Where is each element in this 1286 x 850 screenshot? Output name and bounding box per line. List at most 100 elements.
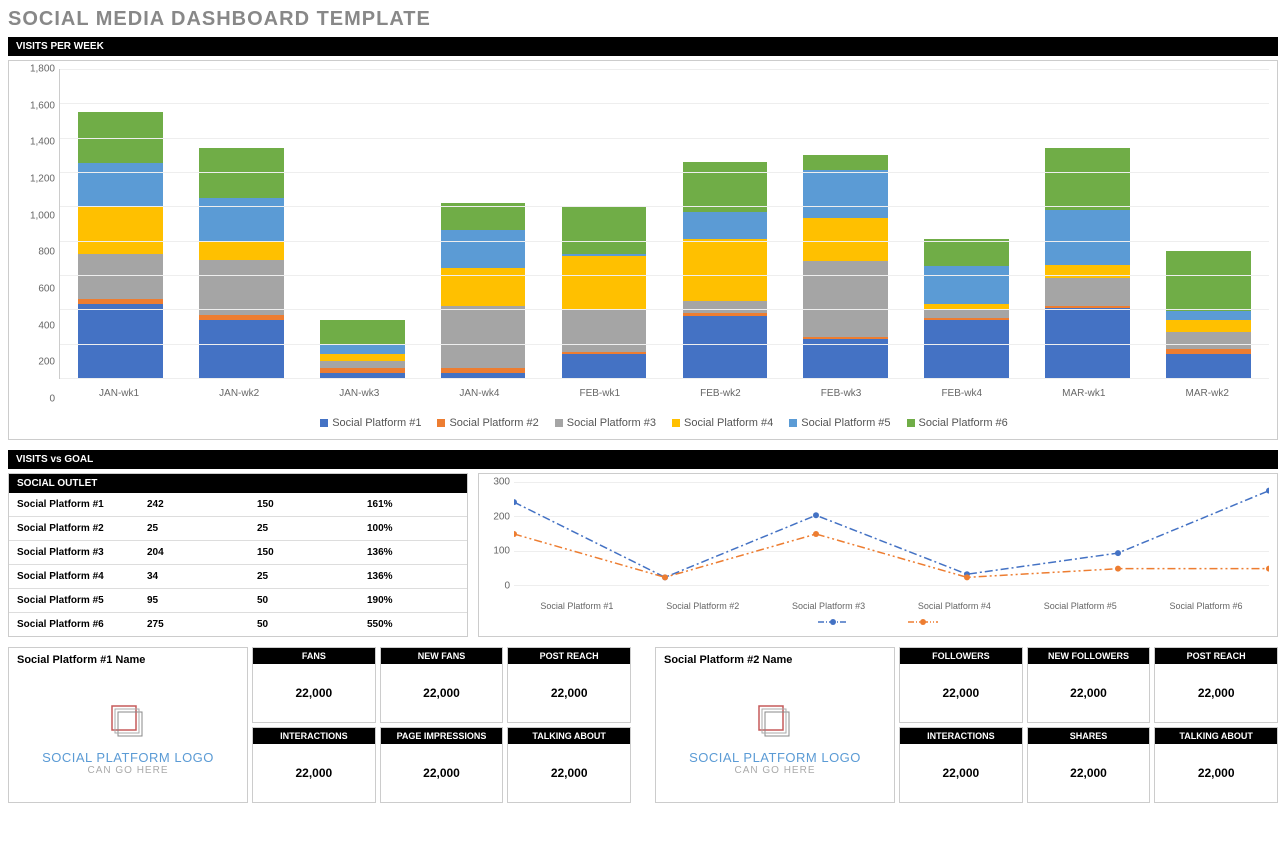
metric-value: 22,000 [381,664,503,722]
metric-value: 22,000 [900,744,1022,802]
metric-label: POST REACH [1155,648,1277,664]
y-tick: 100 [493,546,510,557]
metric-value: 22,000 [381,744,503,802]
metric-value: 22,000 [1155,664,1277,722]
x-label: Social Platform #1 [514,601,640,611]
metric-value: 22,000 [1028,744,1150,802]
metric-value: 22,000 [253,744,375,802]
legend-item: Social Platform #5 [789,417,890,429]
x-label: JAN-wk2 [219,388,259,399]
bar-segment [1166,320,1251,332]
bar-segment [924,266,1009,304]
metric-cell: FANS22,000 [252,647,376,723]
bar-segment [320,344,405,354]
bar-segment [78,163,163,206]
bar-segment [1045,278,1130,305]
table-header-social-outlet: SOCIAL OUTLET [9,474,467,493]
logo-placeholder-subtext: CAN GO HERE [734,765,815,776]
bar-group [683,69,768,378]
table-row: Social Platform #627550550% [9,613,467,636]
table-row: Social Platform #43425136% [9,565,467,589]
metric-cell: SHARES22,000 [1027,727,1151,803]
metric-value: 22,000 [508,744,630,802]
metric-value: 22,000 [508,664,630,722]
x-label: Social Platform #2 [640,601,766,611]
placeholder-logo-icon [104,698,152,746]
metric-cell: TALKING ABOUT22,000 [1154,727,1278,803]
bar-segment [199,260,284,315]
bar-segment [562,206,647,254]
section-visits-vs-goal: VISITS vs GOAL [8,450,1278,469]
bar-segment [441,306,526,368]
bar-group [562,69,647,378]
metric-label: PAGE IMPRESSIONS [381,728,503,744]
x-label: JAN-wk1 [99,388,139,399]
bar-segment [441,230,526,268]
logo-placeholder-subtext: CAN GO HERE [87,765,168,776]
metric-label: FANS [253,648,375,664]
y-tick: 200 [38,357,55,368]
bar-segment [199,242,284,259]
legend-item: Social Platform #4 [672,417,773,429]
bar-segment [803,155,888,170]
legend-item: Social Platform #1 [320,417,421,429]
logo-placeholder-text: SOCIAL PLATFORM LOGO [42,750,214,765]
bar-segment [683,212,768,239]
bar-segment [199,198,284,243]
bar-segment [803,261,888,337]
bar-segment [683,239,768,301]
x-label: JAN-wk3 [339,388,379,399]
placeholder-logo-icon [751,698,799,746]
y-tick: 1,600 [30,100,55,111]
y-tick: 300 [493,477,510,488]
x-label: FEB-wk4 [941,388,982,399]
metric-label: NEW FOLLOWERS [1028,648,1150,664]
metric-cell: NEW FANS22,000 [380,647,504,723]
table-row: Social Platform #22525100% [9,517,467,541]
bar-segment [320,354,405,361]
metric-cell: INTERACTIONS22,000 [899,727,1023,803]
y-tick: 400 [38,320,55,331]
platform-card: Social Platform #1 NameSOCIAL PLATFORM L… [8,647,631,803]
metric-label: SHARES [1028,728,1150,744]
y-tick: 1,400 [30,137,55,148]
bar-segment [1045,210,1130,265]
bar-segment [1045,265,1130,279]
x-label: FEB-wk1 [579,388,620,399]
x-label: MAR-wk2 [1186,388,1229,399]
legend-marker [818,614,848,632]
bar-segment [924,239,1009,266]
bar-segment [1166,332,1251,349]
legend-marker [908,614,938,632]
y-tick: 0 [49,394,55,405]
platform-card: Social Platform #2 NameSOCIAL PLATFORM L… [655,647,1278,803]
bar-segment [320,361,405,368]
legend-item: Social Platform #3 [555,417,656,429]
bar-segment [562,354,647,378]
metric-value: 22,000 [1028,664,1150,722]
metric-cell: POST REACH22,000 [507,647,631,723]
legend-item: Social Platform #6 [907,417,1008,429]
bar-group [78,69,163,378]
bar-segment [803,170,888,218]
metric-cell: FOLLOWERS22,000 [899,647,1023,723]
metric-cell: NEW FOLLOWERS22,000 [1027,647,1151,723]
x-label: Social Platform #5 [1017,601,1143,611]
page-title: SOCIAL MEDIA DASHBOARD TEMPLATE [8,8,1278,31]
y-tick: 1,200 [30,174,55,185]
bar-segment [683,316,768,378]
metric-label: NEW FANS [381,648,503,664]
metric-label: INTERACTIONS [900,728,1022,744]
y-tick: 1,800 [30,64,55,75]
platform-name: Social Platform #2 Name [656,648,894,672]
bar-segment [78,254,163,299]
bar-group [1045,69,1130,378]
table-row: Social Platform #3204150136% [9,541,467,565]
bar-segment [1166,311,1251,320]
social-outlet-table: SOCIAL OUTLET Social Platform #124215016… [8,473,468,637]
table-row: Social Platform #59550190% [9,589,467,613]
metric-label: POST REACH [508,648,630,664]
bar-segment [683,162,768,212]
bar-segment [1045,148,1130,210]
bar-group [1166,69,1251,378]
